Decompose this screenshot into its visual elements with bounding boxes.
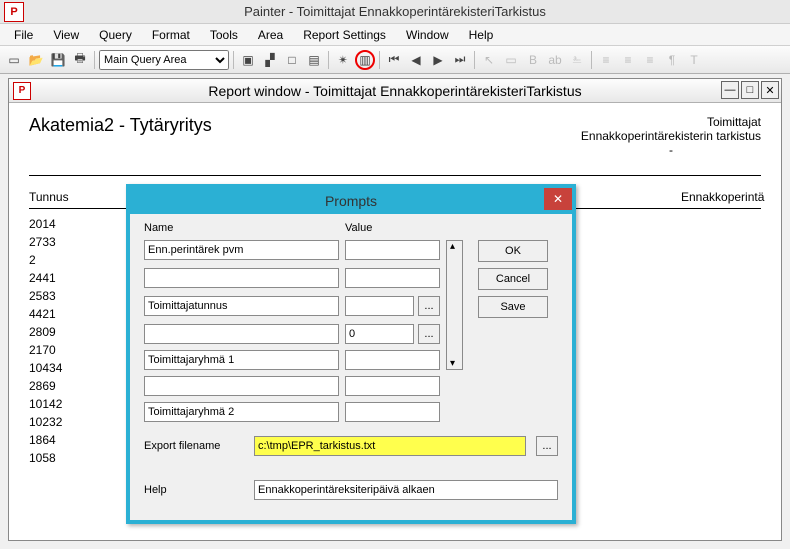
field3-name[interactable] bbox=[144, 296, 339, 316]
report-right-line3: - bbox=[581, 143, 761, 157]
report-window-logo-icon: P bbox=[13, 82, 31, 100]
export-browse-button[interactable]: ... bbox=[536, 436, 558, 456]
report-header: Akatemia2 - Tytäryritys Toimittajat Enna… bbox=[29, 115, 761, 176]
field5-value[interactable] bbox=[345, 350, 440, 370]
browse-button[interactable]: ... bbox=[418, 324, 440, 344]
prompts-title: Prompts bbox=[325, 193, 377, 209]
bold-icon[interactable]: B bbox=[523, 50, 543, 70]
new-sheet-icon[interactable]: ▥ bbox=[355, 50, 375, 70]
close-icon[interactable]: ✕ bbox=[544, 188, 572, 210]
frame-icon[interactable]: □ bbox=[282, 50, 302, 70]
header-value: Value bbox=[345, 222, 440, 234]
separator bbox=[379, 51, 380, 69]
pointer-icon[interactable]: ↖ bbox=[479, 50, 499, 70]
menu-format[interactable]: Format bbox=[144, 26, 198, 44]
cancel-button[interactable]: Cancel bbox=[478, 268, 548, 290]
prev-icon[interactable]: ◀ bbox=[406, 50, 426, 70]
menu-view[interactable]: View bbox=[45, 26, 87, 44]
next-icon[interactable]: ▶ bbox=[428, 50, 448, 70]
field2-value[interactable] bbox=[345, 268, 440, 288]
last-icon[interactable]: ⏭ bbox=[450, 50, 470, 70]
field7-name[interactable] bbox=[144, 402, 339, 422]
minimize-button[interactable]: — bbox=[721, 81, 739, 99]
save-icon[interactable]: 💾 bbox=[48, 50, 68, 70]
run-icon[interactable]: ✴ bbox=[333, 50, 353, 70]
open-icon[interactable]: 📂 bbox=[26, 50, 46, 70]
print-icon[interactable]: 🖶 bbox=[70, 50, 90, 70]
field5-name[interactable] bbox=[144, 350, 339, 370]
new-icon[interactable]: ▭ bbox=[4, 50, 24, 70]
help-text bbox=[254, 480, 558, 500]
export-row: Export filename ... bbox=[130, 430, 572, 462]
toolbar: ▭ 📂 💾 🖶 Main Query Area ▣ ▞ □ ▤ ✴ ▥ ⏮ ◀ … bbox=[0, 46, 790, 74]
header-name: Name bbox=[144, 222, 339, 234]
prompts-body: Name Value OK Cancel ... Save ... bbox=[130, 214, 572, 430]
italic-icon[interactable]: ab bbox=[545, 50, 565, 70]
menu-window[interactable]: Window bbox=[398, 26, 457, 44]
app-title: Painter - Toimittajat Ennakkoperintäreki… bbox=[244, 4, 546, 19]
align-right-icon[interactable]: ≡ bbox=[640, 50, 660, 70]
report-window-titlebar: P Report window - Toimittajat Ennakkoper… bbox=[9, 79, 781, 103]
help-label: Help bbox=[144, 484, 244, 496]
app-titlebar: P Painter - Toimittajat Ennakkoperintäre… bbox=[0, 0, 790, 24]
report-right-line1: Toimittajat bbox=[581, 115, 761, 129]
close-button[interactable]: ✕ bbox=[761, 81, 779, 99]
separator bbox=[328, 51, 329, 69]
underline-icon[interactable]: ⎁ bbox=[567, 50, 587, 70]
menu-area[interactable]: Area bbox=[250, 26, 291, 44]
query-area-select[interactable]: Main Query Area bbox=[99, 50, 229, 70]
app-logo-icon: P bbox=[4, 2, 24, 22]
field6-value[interactable] bbox=[345, 376, 440, 396]
menu-tools[interactable]: Tools bbox=[202, 26, 246, 44]
report-left-title: Akatemia2 - Tytäryritys bbox=[29, 115, 212, 157]
prompts-dialog: Prompts ✕ Name Value OK Cancel ... Save … bbox=[126, 184, 576, 524]
field3-value[interactable] bbox=[345, 296, 414, 316]
ok-button[interactable]: OK bbox=[478, 240, 548, 262]
field4-value[interactable] bbox=[345, 324, 414, 344]
help-row: Help bbox=[130, 474, 572, 506]
box-icon[interactable]: ▭ bbox=[501, 50, 521, 70]
separator bbox=[94, 51, 95, 69]
scrollbar[interactable] bbox=[446, 240, 463, 370]
report-window-title: Report window - Toimittajat Ennakkoperin… bbox=[208, 83, 581, 99]
separator bbox=[233, 51, 234, 69]
export-filename-input[interactable] bbox=[254, 436, 526, 456]
field1-value[interactable] bbox=[345, 240, 440, 260]
browse-button[interactable]: ... bbox=[418, 296, 440, 316]
align-center-icon[interactable]: ≡ bbox=[618, 50, 638, 70]
menubar: File View Query Format Tools Area Report… bbox=[0, 24, 790, 46]
field2-name[interactable] bbox=[144, 268, 339, 288]
text-icon[interactable]: T bbox=[684, 50, 704, 70]
report-right-line2: Ennakkoperintärekisterin tarkistus bbox=[581, 129, 761, 143]
menu-report-settings[interactable]: Report Settings bbox=[295, 26, 394, 44]
first-icon[interactable]: ⏮ bbox=[384, 50, 404, 70]
field6-name[interactable] bbox=[144, 376, 339, 396]
col-tunnus: Tunnus bbox=[29, 190, 89, 204]
export-label: Export filename bbox=[144, 440, 244, 452]
maximize-button[interactable]: □ bbox=[741, 81, 759, 99]
prompts-titlebar[interactable]: Prompts ✕ bbox=[130, 188, 572, 214]
format-icon[interactable]: ¶ bbox=[662, 50, 682, 70]
menu-file[interactable]: File bbox=[6, 26, 41, 44]
field7-value[interactable] bbox=[345, 402, 440, 422]
field1-name[interactable] bbox=[144, 240, 339, 260]
save-button[interactable]: Save bbox=[478, 296, 548, 318]
menu-query[interactable]: Query bbox=[91, 26, 140, 44]
split-icon[interactable]: ▞ bbox=[260, 50, 280, 70]
field4-name[interactable] bbox=[144, 324, 339, 344]
menu-help[interactable]: Help bbox=[461, 26, 502, 44]
separator bbox=[591, 51, 592, 69]
page-icon[interactable]: ▤ bbox=[304, 50, 324, 70]
align-left-icon[interactable]: ≡ bbox=[596, 50, 616, 70]
area-icon[interactable]: ▣ bbox=[238, 50, 258, 70]
col-ennakko: Ennakkoperintä bbox=[681, 190, 761, 204]
separator bbox=[474, 51, 475, 69]
